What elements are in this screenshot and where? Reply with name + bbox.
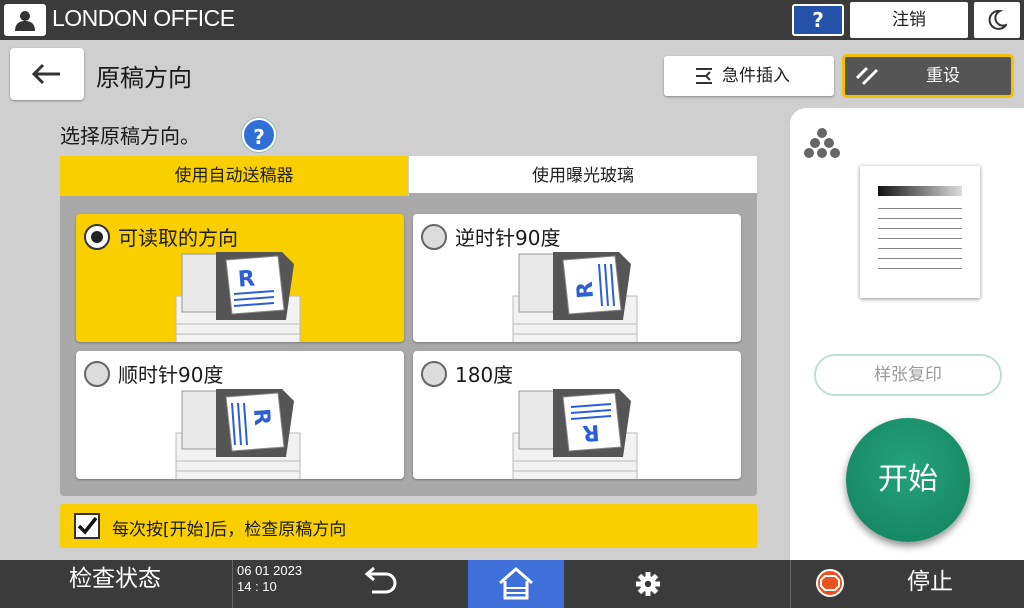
radio-readable[interactable] bbox=[84, 224, 110, 250]
page-title: 原稿方向 bbox=[96, 64, 192, 92]
reset-icon bbox=[855, 66, 879, 86]
scanner-ccw-90-icon: R bbox=[512, 252, 638, 342]
gear-icon[interactable] bbox=[630, 568, 666, 600]
reset-button[interactable]: 重设 bbox=[842, 54, 1014, 98]
checkbox-checked-icon[interactable] bbox=[74, 513, 100, 539]
option-label: 可读取的方向 bbox=[118, 226, 238, 250]
scanner-readable-icon: R bbox=[175, 252, 301, 342]
interrupt-icon bbox=[696, 68, 712, 84]
interrupt-button[interactable]: 急件插入 bbox=[664, 56, 834, 96]
check-status-button[interactable]: 检查状态 bbox=[0, 560, 230, 608]
option-180[interactable]: 180度 R bbox=[413, 351, 741, 479]
help-button-inline[interactable]: ? bbox=[242, 118, 276, 152]
scanner-cw-90-icon: R bbox=[175, 389, 301, 479]
stop-button[interactable]: 停止 bbox=[790, 560, 1024, 608]
arrow-left-icon bbox=[31, 63, 60, 85]
undo-back-icon[interactable] bbox=[358, 566, 402, 600]
preview-line bbox=[878, 218, 962, 219]
night-mode-button[interactable] bbox=[974, 2, 1020, 38]
radio-cw-90[interactable] bbox=[84, 361, 110, 387]
time-text: 14 : 10 bbox=[237, 579, 277, 594]
stop-label: 停止 bbox=[907, 569, 953, 595]
bottom-bar: 检查状态 06 01 2023 14 : 10 停止 bbox=[0, 560, 1024, 608]
back-button[interactable] bbox=[10, 48, 84, 100]
reset-label: 重设 bbox=[926, 66, 960, 86]
sample-copy-button[interactable]: 样张复印 bbox=[814, 354, 1002, 396]
scanner-180-icon: R bbox=[512, 389, 638, 479]
tab-exposure-glass[interactable]: 使用曝光玻璃 bbox=[409, 156, 757, 196]
option-ccw-90[interactable]: 逆时针90度 R bbox=[413, 214, 741, 342]
top-bar: LONDON OFFICE ? 注销 bbox=[0, 0, 1024, 40]
document-preview bbox=[860, 166, 980, 298]
user-icon[interactable] bbox=[4, 4, 46, 36]
feed-tabs: 使用自动送稿器 使用曝光玻璃 bbox=[60, 156, 757, 196]
radio-180[interactable] bbox=[421, 361, 447, 387]
preview-panel: 样张复印 开始 bbox=[790, 108, 1024, 560]
date-text: 06 01 2023 bbox=[237, 563, 303, 578]
option-label: 180度 bbox=[455, 363, 514, 387]
preview-heading-bar bbox=[878, 186, 962, 196]
check-orientation-option[interactable]: 每次按[开始]后，检查原稿方向 bbox=[60, 504, 757, 548]
option-label: 逆时针90度 bbox=[455, 226, 561, 250]
svg-text:R: R bbox=[237, 267, 256, 293]
svg-text:R: R bbox=[573, 281, 599, 300]
option-label: 顺时针90度 bbox=[118, 363, 224, 387]
preview-line bbox=[878, 258, 962, 259]
preview-line bbox=[878, 208, 962, 209]
start-button[interactable]: 开始 bbox=[846, 418, 970, 542]
preview-line bbox=[878, 268, 962, 269]
date-time: 06 01 2023 14 : 10 bbox=[232, 560, 332, 608]
radio-ccw-90[interactable] bbox=[421, 224, 447, 250]
svg-text:R: R bbox=[582, 419, 601, 445]
color-mode-icon bbox=[804, 128, 840, 158]
preview-line bbox=[878, 238, 962, 239]
home-icon bbox=[499, 567, 533, 600]
option-readable[interactable]: 可读取的方向 R bbox=[76, 214, 404, 342]
check-orientation-label: 每次按[开始]后，检查原稿方向 bbox=[112, 520, 347, 540]
help-button[interactable]: ? bbox=[792, 4, 844, 36]
tab-adf[interactable]: 使用自动送稿器 bbox=[60, 156, 408, 196]
moon-icon bbox=[988, 10, 1007, 30]
preview-line bbox=[878, 248, 962, 249]
svg-text:R: R bbox=[248, 408, 274, 427]
interrupt-label: 急件插入 bbox=[722, 66, 790, 86]
home-button[interactable] bbox=[468, 560, 564, 608]
office-name: LONDON OFFICE bbox=[52, 5, 235, 31]
stop-icon bbox=[816, 569, 844, 597]
instruction-text: 选择原稿方向。 bbox=[60, 124, 200, 148]
preview-line bbox=[878, 228, 962, 229]
orientation-options: 可读取的方向 R 逆时针90度 R 顺时针90度 R 180度 R bbox=[60, 196, 757, 496]
logout-button[interactable]: 注销 bbox=[850, 2, 968, 38]
option-cw-90[interactable]: 顺时针90度 R bbox=[76, 351, 404, 479]
